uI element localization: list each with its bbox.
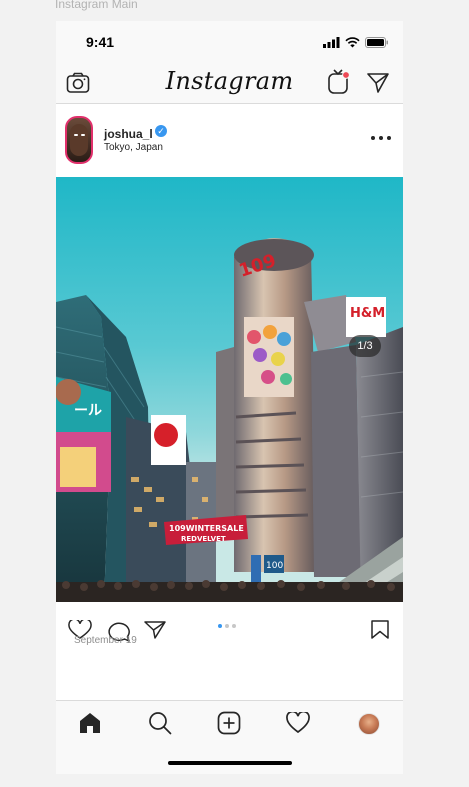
home-indicator bbox=[168, 761, 292, 765]
add-post-icon[interactable] bbox=[217, 711, 241, 735]
banner-line-1: 109WINTERSALE bbox=[169, 524, 244, 533]
carousel-dot-active bbox=[218, 624, 222, 628]
bottom-tab-bar bbox=[56, 700, 403, 774]
wifi-icon bbox=[345, 37, 360, 48]
phone-screen: 9:41 Instagram joshua_l ✓ Tokyo, Japan ー… bbox=[56, 21, 403, 774]
bookmark-icon[interactable] bbox=[371, 620, 389, 640]
share-icon[interactable] bbox=[144, 620, 166, 640]
direct-message-icon[interactable] bbox=[366, 72, 390, 94]
post-photo[interactable]: ール 109 H&M 109WINTERSALE REDVELVET 100 1… bbox=[56, 177, 403, 602]
igtv-icon[interactable] bbox=[327, 69, 351, 95]
top-navigation-bar: Instagram bbox=[56, 65, 403, 104]
banner-line-2: REDVELVET bbox=[181, 535, 226, 543]
verified-badge-icon: ✓ bbox=[155, 125, 167, 137]
image-counter-badge: 1/3 bbox=[349, 335, 381, 357]
profile-avatar[interactable] bbox=[358, 713, 380, 735]
more-options-icon[interactable] bbox=[371, 136, 391, 142]
billboard-text: ール bbox=[74, 403, 102, 419]
carousel-dot bbox=[232, 624, 236, 628]
status-icons bbox=[323, 37, 389, 48]
post-date: September 19 bbox=[74, 635, 137, 646]
post-location[interactable]: Tokyo, Japan bbox=[104, 142, 163, 153]
post-header: joshua_l ✓ Tokyo, Japan bbox=[56, 104, 403, 177]
street-scene-illustration: ール 109 H&M 109WINTERSALE REDVELVET 100 bbox=[56, 238, 403, 602]
post-username[interactable]: joshua_l bbox=[104, 127, 153, 141]
home-icon[interactable] bbox=[79, 712, 101, 734]
sign-100: 100 bbox=[266, 561, 283, 571]
search-icon[interactable] bbox=[148, 711, 172, 735]
status-time: 9:41 bbox=[86, 34, 115, 50]
signal-icon bbox=[323, 37, 340, 48]
status-bar: 9:41 bbox=[56, 21, 403, 65]
carousel-indicator bbox=[218, 624, 236, 628]
activity-heart-icon[interactable] bbox=[286, 712, 310, 734]
user-avatar[interactable] bbox=[65, 116, 93, 164]
carousel-dot bbox=[225, 624, 229, 628]
battery-icon bbox=[365, 37, 388, 48]
frame-label: Instagram Main bbox=[55, 0, 138, 11]
sign-hm: H&M bbox=[350, 306, 385, 321]
